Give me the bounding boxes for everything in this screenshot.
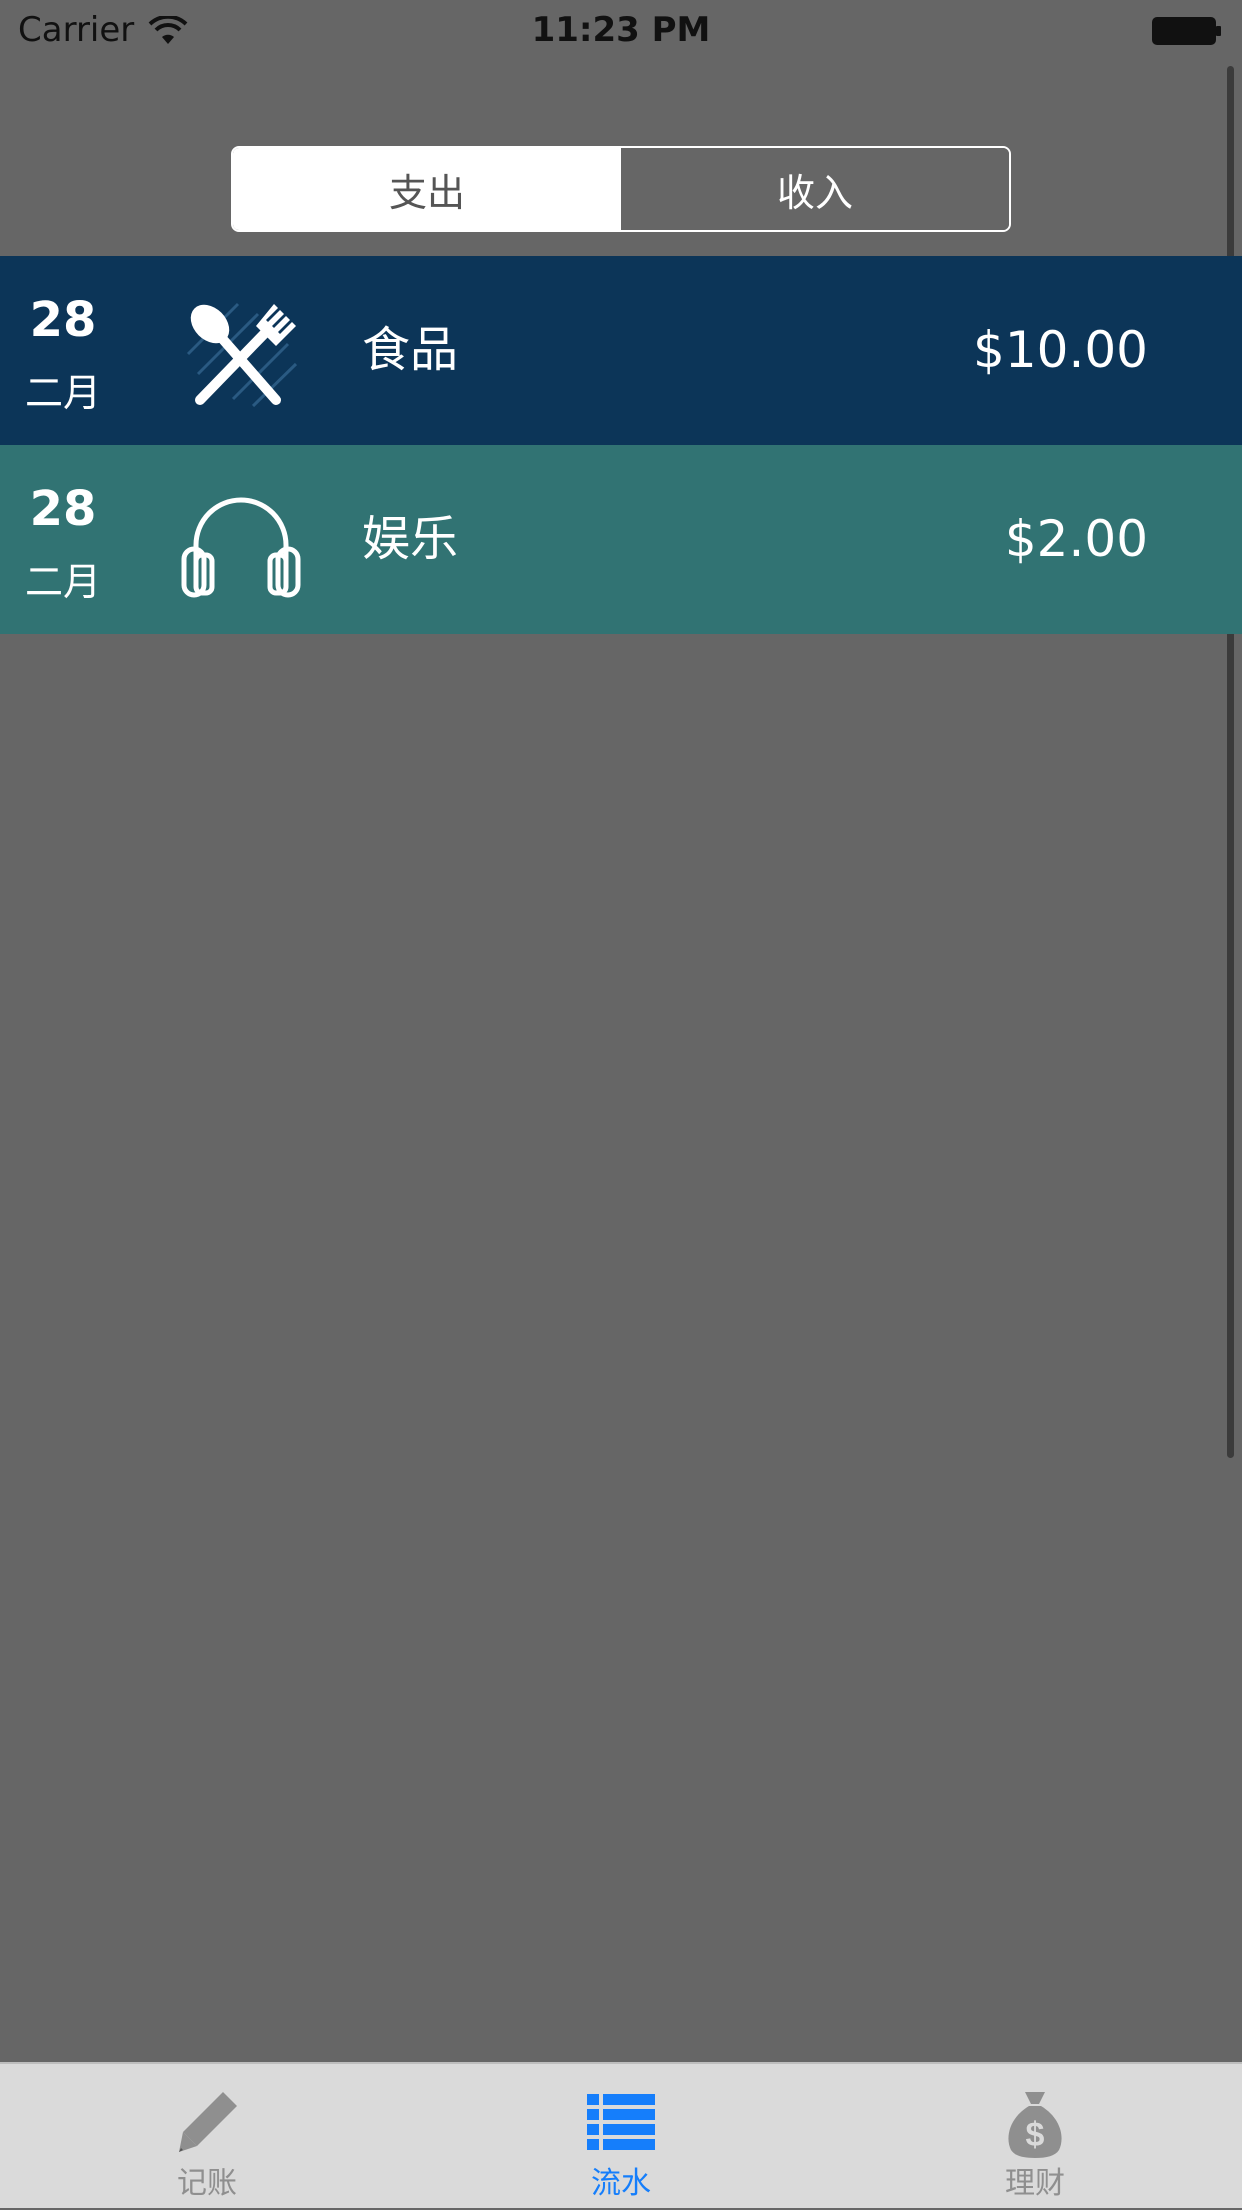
battery-icon	[1152, 17, 1221, 45]
transaction-amount: $2.00	[1004, 510, 1148, 568]
date-month: 二月	[24, 371, 101, 415]
tab-transactions[interactable]: 流水	[414, 2064, 828, 2210]
tab-label: 理财	[1005, 2166, 1065, 2201]
pencil-icon	[179, 2092, 237, 2152]
status-bar: Carrier 11:23 PM	[0, 0, 1242, 62]
status-time: 11:23 PM	[531, 10, 711, 50]
svg-text:$: $	[1026, 2116, 1045, 2154]
category-name: 娱乐	[362, 511, 459, 567]
tab-bar: 记账 流水 $ 理财	[0, 2062, 1242, 2208]
category-name: 食品	[362, 322, 459, 378]
date-day: 28	[29, 292, 97, 348]
date-block: 28 二月	[0, 445, 126, 634]
headphones-icon	[181, 497, 301, 598]
date-day: 28	[29, 481, 97, 537]
type-segmented-control: 支出 收入	[231, 146, 1011, 232]
money-bag-icon: $	[1008, 2092, 1062, 2158]
transaction-row[interactable]: 28 二月 娱乐 $2.00	[0, 445, 1242, 634]
segment-expense[interactable]: 支出	[233, 148, 621, 230]
tab-bookkeeping[interactable]: 记账	[0, 2064, 414, 2210]
fork-spoon-icon	[186, 302, 298, 408]
transaction-amount: $10.00	[973, 321, 1148, 379]
transaction-row[interactable]: 28 二月 食品 $10.00	[0, 256, 1242, 445]
date-month: 二月	[24, 560, 101, 604]
tab-label: 流水	[591, 2166, 651, 2201]
segment-income[interactable]: 收入	[621, 148, 1009, 230]
list-icon	[587, 2094, 655, 2150]
tab-label: 记账	[177, 2166, 237, 2201]
tab-finance[interactable]: $ 理财	[828, 2064, 1242, 2210]
date-block: 28 二月	[0, 256, 126, 445]
